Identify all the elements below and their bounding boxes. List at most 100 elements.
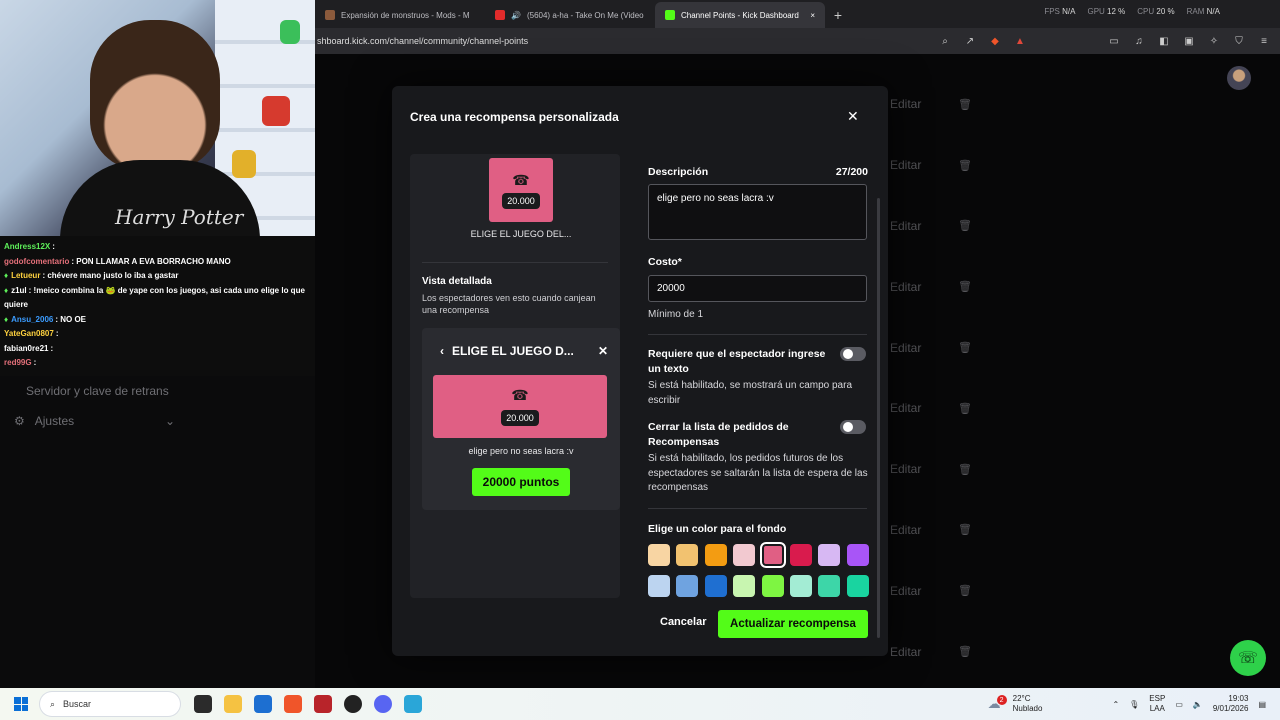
trash-icon[interactable]: 🗑 xyxy=(958,280,972,293)
close-icon[interactable]: ✕ xyxy=(847,108,859,125)
support-chat-icon[interactable]: ☏ xyxy=(1230,640,1266,676)
reward-row: Editar 🗑 xyxy=(890,439,1070,500)
description-field[interactable]: elige pero no seas lacra :v xyxy=(648,184,867,240)
cost-field[interactable]: 20000 xyxy=(648,275,867,302)
color-swatch[interactable] xyxy=(761,575,784,597)
chat-username[interactable]: fabian0re21 xyxy=(4,344,48,353)
chat-username[interactable]: YateGan0807 xyxy=(4,329,54,338)
color-swatch[interactable] xyxy=(818,575,841,597)
zoom-icon[interactable]: ⌕ xyxy=(939,35,951,47)
menu-icon[interactable]: ≡ xyxy=(1258,35,1270,47)
trash-icon[interactable]: 🗑 xyxy=(958,219,972,232)
discord-icon[interactable] xyxy=(374,695,392,713)
chat-username[interactable]: Letueur xyxy=(11,271,40,280)
edit-button[interactable]: Editar xyxy=(890,158,930,172)
color-swatch[interactable] xyxy=(676,544,699,566)
trash-icon[interactable]: 🗑 xyxy=(958,98,972,111)
close-queue-toggle[interactable] xyxy=(840,420,866,434)
store-icon[interactable] xyxy=(254,695,272,713)
file-explorer-icon[interactable] xyxy=(224,695,242,713)
trash-icon[interactable]: 🗑 xyxy=(958,463,972,476)
trash-icon[interactable]: 🗑 xyxy=(958,645,972,658)
chat-username[interactable]: red99G xyxy=(4,358,32,367)
edit-button[interactable]: Editar xyxy=(890,584,930,598)
brave-icon[interactable] xyxy=(284,695,302,713)
chat-username[interactable]: z1ul xyxy=(11,286,27,295)
update-reward-button[interactable]: Actualizar recompensa xyxy=(718,610,868,638)
chat-username[interactable]: godofcomentario xyxy=(4,257,69,266)
trash-icon[interactable]: 🗑 xyxy=(958,402,972,415)
task-view-icon[interactable] xyxy=(194,695,212,713)
trash-icon[interactable]: 🗑 xyxy=(958,523,972,536)
ai-icon[interactable]: ✧ xyxy=(1208,35,1220,47)
color-swatch[interactable] xyxy=(648,544,670,566)
color-swatch[interactable] xyxy=(759,542,786,568)
chat-username[interactable]: Andress12X xyxy=(4,242,50,251)
browser-tab-active[interactable]: Channel Points - Kick Dashboard × xyxy=(655,2,825,28)
chat-text: : PON LLAMAR A EVA BORRACHO MANO xyxy=(71,256,231,266)
edit-button[interactable]: Editar xyxy=(890,97,930,111)
media-icon[interactable]: ♫ xyxy=(1133,35,1145,47)
network-icon[interactable]: ▭ xyxy=(1175,700,1183,709)
edit-button[interactable]: Editar xyxy=(890,523,930,537)
kick-icon xyxy=(665,10,675,20)
color-swatch[interactable] xyxy=(648,575,670,597)
microphone-icon[interactable]: 🎙 xyxy=(1129,700,1139,709)
obs-icon[interactable] xyxy=(344,695,362,713)
color-swatch[interactable] xyxy=(733,575,756,597)
color-swatch[interactable] xyxy=(846,544,869,566)
system-tray: ☁ 2 22°C Nublado ⌃ 🎙 ESP LAA ▭ 🔈 19:03 9… xyxy=(988,694,1280,714)
vpn-icon[interactable]: ⛉ xyxy=(1233,35,1245,47)
trash-icon[interactable]: 🗑 xyxy=(958,341,972,354)
trash-icon[interactable]: 🗑 xyxy=(958,159,972,172)
taskbar-search[interactable]: ⌕ Buscar xyxy=(40,692,180,716)
color-swatch[interactable] xyxy=(676,575,699,597)
notepad-icon[interactable] xyxy=(404,695,422,713)
brave-shield-icon[interactable]: ◆ xyxy=(989,35,1001,47)
color-swatch[interactable] xyxy=(789,575,812,597)
panel-icon[interactable]: ◧ xyxy=(1158,35,1170,47)
cancel-button[interactable]: Cancelar xyxy=(660,616,706,628)
reward-tile: ☎ 20.000 xyxy=(489,158,553,222)
weather-widget[interactable]: ☁ 2 22°C Nublado xyxy=(988,694,1103,714)
language-indicator[interactable]: ESP LAA xyxy=(1149,694,1165,714)
weather-desc: Nublado xyxy=(1012,704,1043,713)
user-badge-icon: ♦ xyxy=(4,314,9,324)
color-swatch[interactable] xyxy=(846,575,869,597)
trash-icon[interactable]: 🗑 xyxy=(958,584,972,597)
new-tab-button[interactable]: + xyxy=(825,2,851,28)
windows-start-icon[interactable] xyxy=(14,697,28,711)
color-swatch[interactable] xyxy=(789,544,812,566)
edit-button[interactable]: Editar xyxy=(890,645,930,659)
url-field[interactable]: shboard.kick.com/channel/community/chann… xyxy=(315,36,528,46)
app-icon[interactable] xyxy=(314,695,332,713)
color-swatch[interactable] xyxy=(704,544,727,566)
sidebar-icon[interactable]: ▭ xyxy=(1108,35,1120,47)
chevron-up-icon[interactable]: ⌃ xyxy=(1112,700,1119,709)
volume-icon[interactable]: 🔈 xyxy=(1193,700,1203,709)
notifications-icon[interactable]: ▤ xyxy=(1258,700,1266,709)
scrollbar[interactable] xyxy=(877,198,880,638)
close-icon[interactable]: × xyxy=(810,11,815,20)
rewards-icon[interactable]: ▲ xyxy=(1014,35,1026,47)
share-icon[interactable]: ↗ xyxy=(964,35,976,47)
modal-title: Crea una recompensa personalizada xyxy=(410,110,619,124)
sidebar-item-settings[interactable]: ⚙ Ajustes ⌄ xyxy=(0,406,315,436)
clock[interactable]: 19:03 9/01/2026 xyxy=(1213,694,1249,714)
edit-button[interactable]: Editar xyxy=(890,462,930,476)
edit-button[interactable]: Editar xyxy=(890,280,930,294)
sidebar-item-stream-key[interactable]: Servidor y clave de retrans xyxy=(0,376,315,406)
avatar[interactable] xyxy=(1227,66,1251,90)
edit-button[interactable]: Editar xyxy=(890,341,930,355)
edit-button[interactable]: Editar xyxy=(890,219,930,233)
edit-button[interactable]: Editar xyxy=(890,401,930,415)
wallet-icon[interactable]: ▣ xyxy=(1183,35,1195,47)
browser-tab[interactable]: 🔊 (5604) a-ha - Take On Me (Video xyxy=(485,2,655,28)
color-swatch[interactable] xyxy=(733,544,756,566)
chat-username[interactable]: Ansu_2006 xyxy=(11,315,53,324)
browser-tab[interactable]: Expansión de monstruos - Mods - M xyxy=(315,2,485,28)
color-swatch[interactable] xyxy=(704,575,727,597)
require-text-toggle[interactable] xyxy=(840,347,866,361)
card-title: ELIGE EL JUEGO D... xyxy=(452,344,574,358)
color-swatch[interactable] xyxy=(818,544,841,566)
